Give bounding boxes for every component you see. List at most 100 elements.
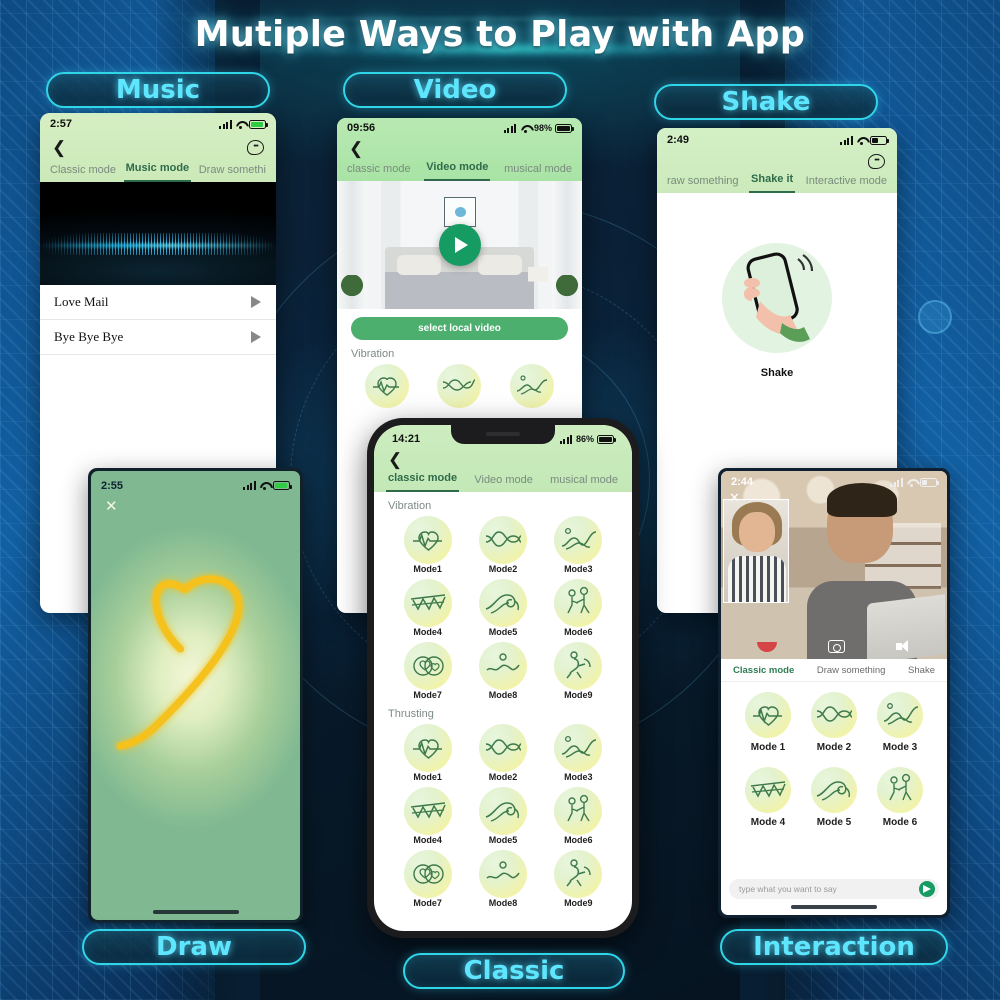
status-time: 2:44 bbox=[731, 476, 754, 488]
label-interaction[interactable]: Interaction bbox=[720, 929, 948, 965]
status-time: 2:57 bbox=[50, 118, 73, 130]
status-icons bbox=[219, 119, 268, 129]
camera-icon[interactable] bbox=[827, 640, 845, 653]
mode-item[interactable]: Mode6 bbox=[541, 787, 616, 845]
chat-bubble-icon[interactable] bbox=[868, 154, 885, 169]
mode-item[interactable] bbox=[496, 364, 568, 408]
play-button[interactable] bbox=[438, 224, 481, 266]
notch bbox=[451, 425, 555, 444]
mode-item[interactable]: Mode8 bbox=[465, 642, 540, 700]
chat-bubble-icon[interactable] bbox=[247, 140, 264, 155]
label-music[interactable]: Music bbox=[46, 72, 270, 108]
play-icon[interactable] bbox=[251, 331, 262, 343]
section-label-vibration: Vibration bbox=[351, 348, 395, 360]
tab-draw-something[interactable]: Draw something bbox=[817, 665, 886, 676]
tab-video-mode[interactable]: Video mode bbox=[472, 470, 535, 492]
heart-drawing bbox=[116, 575, 243, 750]
lamp bbox=[528, 267, 548, 303]
mode-item[interactable] bbox=[423, 364, 495, 408]
status-icons: 98% bbox=[503, 123, 574, 133]
list-item[interactable]: Love Mail bbox=[40, 285, 276, 320]
tab-musical-mode[interactable]: musical mode bbox=[502, 159, 574, 181]
video-call-view[interactable]: 2:44 ✕ bbox=[721, 471, 947, 659]
tab-classic-mode[interactable]: classic mode bbox=[345, 159, 413, 181]
tab-classic-mode[interactable]: classic mode bbox=[386, 468, 460, 492]
self-view-thumbnail[interactable] bbox=[723, 499, 789, 603]
label-shake[interactable]: Shake bbox=[654, 84, 878, 120]
back-icon[interactable]: ❮ bbox=[388, 451, 402, 468]
back-icon[interactable]: ❮ bbox=[349, 140, 363, 157]
mode-label: Mode6 bbox=[564, 835, 593, 845]
hang-up-icon[interactable] bbox=[756, 641, 777, 652]
mode-item[interactable]: Mode2 bbox=[465, 724, 540, 782]
video-preview[interactable] bbox=[337, 181, 582, 309]
mode-item[interactable]: Mode 3 bbox=[867, 692, 933, 753]
ocean-wave-icon bbox=[478, 787, 527, 835]
phone-classic: 14:21 86% ❮ classic mode Video mode musi… bbox=[367, 418, 639, 938]
speaker-icon[interactable] bbox=[895, 640, 912, 653]
mode-item[interactable]: Mode7 bbox=[390, 850, 465, 908]
mode-item[interactable]: Mode9 bbox=[541, 642, 616, 700]
status-bar: 2:57 bbox=[40, 113, 276, 135]
mode-item[interactable]: Mode 1 bbox=[735, 692, 801, 753]
tab-classic-mode[interactable]: Classic mode bbox=[48, 160, 118, 182]
pillow bbox=[397, 255, 441, 275]
mode-item[interactable]: Mode5 bbox=[465, 787, 540, 845]
tab-music-mode[interactable]: Music mode bbox=[123, 158, 192, 182]
tab-draw-something[interactable]: raw something bbox=[665, 171, 741, 193]
mode-item[interactable]: Mode8 bbox=[465, 850, 540, 908]
tab-draw-something[interactable]: Draw somethi bbox=[197, 160, 268, 182]
tab-video-mode[interactable]: Video mode bbox=[424, 157, 491, 181]
mode-item[interactable]: Mode 5 bbox=[801, 767, 867, 828]
mode-item[interactable]: Mode2 bbox=[465, 516, 540, 574]
mode-label: Mode 5 bbox=[816, 817, 852, 828]
tab-shake[interactable]: Shake bbox=[908, 665, 935, 676]
ocean-wave-icon bbox=[811, 767, 857, 813]
status-bar: 2:44 bbox=[721, 473, 947, 491]
heartbeat-icon bbox=[403, 516, 452, 564]
mode-label: Mode1 bbox=[413, 772, 442, 782]
mode-item[interactable]: Mode3 bbox=[541, 516, 616, 574]
mode-item[interactable]: Mode9 bbox=[541, 850, 616, 908]
tab-classic-mode[interactable]: Classic mode bbox=[733, 665, 794, 676]
select-local-video-button[interactable]: select local video bbox=[351, 317, 568, 340]
music-navbar: ❮ bbox=[40, 135, 276, 158]
shake-illustration-circle bbox=[722, 243, 832, 353]
mode-item[interactable]: Mode4 bbox=[390, 787, 465, 845]
mode-item[interactable]: Mode1 bbox=[390, 724, 465, 782]
waveform-glow bbox=[40, 244, 276, 247]
tab-interactive-mode[interactable]: Interactive mode bbox=[804, 171, 889, 193]
label-video[interactable]: Video bbox=[343, 72, 567, 108]
ocean-wave-icon bbox=[478, 579, 527, 627]
mode-item[interactable]: Mode 6 bbox=[867, 767, 933, 828]
mode-item[interactable] bbox=[351, 364, 423, 408]
mode-item[interactable]: Mode7 bbox=[390, 642, 465, 700]
close-icon[interactable]: ✕ bbox=[729, 491, 740, 504]
battery-icon bbox=[597, 434, 616, 444]
mode-item[interactable]: Mode 4 bbox=[735, 767, 801, 828]
mode-item[interactable]: Mode4 bbox=[390, 579, 465, 637]
pillow bbox=[478, 255, 522, 275]
mountain-wave-icon bbox=[509, 364, 554, 408]
list-item[interactable]: Bye Bye Bye bbox=[40, 320, 276, 355]
mode-item[interactable]: Mode 2 bbox=[801, 692, 867, 753]
battery-icon bbox=[555, 123, 574, 133]
two-hearts-icon bbox=[403, 642, 452, 690]
song-title: Bye Bye Bye bbox=[54, 329, 124, 344]
label-classic[interactable]: Classic bbox=[403, 953, 625, 989]
phone-interaction: 2:44 ✕ Classic mode Draw something Shake… bbox=[718, 468, 950, 918]
music-header: 2:57 ❮ Classic mode Music mode Draw some… bbox=[40, 113, 276, 182]
mode-item[interactable]: Mode5 bbox=[465, 579, 540, 637]
back-icon[interactable]: ❮ bbox=[52, 139, 66, 156]
play-icon[interactable] bbox=[251, 296, 262, 308]
tab-shake-it[interactable]: Shake it bbox=[749, 169, 796, 193]
message-input[interactable]: type what you want to say bbox=[729, 879, 939, 899]
self-view-body bbox=[728, 556, 786, 602]
send-icon[interactable] bbox=[919, 881, 935, 897]
tab-musical-mode[interactable]: musical mode bbox=[548, 470, 620, 492]
mode-item[interactable]: Mode6 bbox=[541, 579, 616, 637]
mode-item[interactable]: Mode1 bbox=[390, 516, 465, 574]
mode-item[interactable]: Mode3 bbox=[541, 724, 616, 782]
draw-canvas[interactable]: 2:55 ✕ bbox=[91, 471, 300, 920]
label-draw[interactable]: Draw bbox=[82, 929, 306, 965]
